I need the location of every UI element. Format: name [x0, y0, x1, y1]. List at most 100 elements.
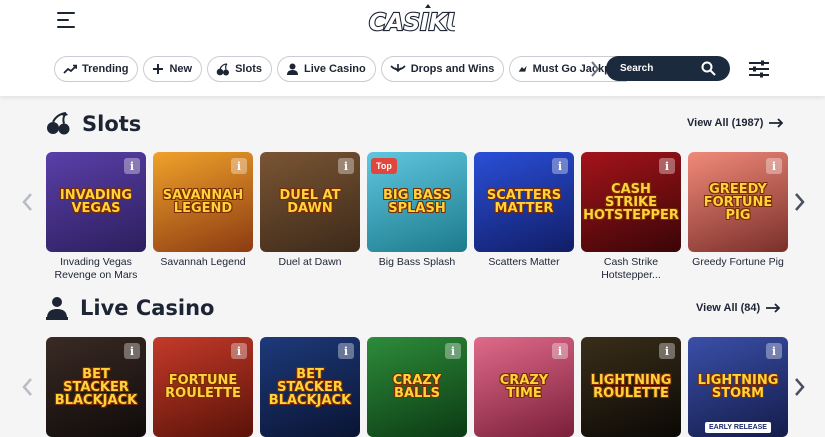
chip-new[interactable]: New: [143, 56, 203, 82]
info-icon[interactable]: i: [231, 158, 247, 174]
dealer-icon: [46, 297, 68, 320]
game-card[interactable]: Greedy Fortune Pig i Greedy Fortune Pig: [688, 152, 788, 282]
view-all-label: View All (1987): [687, 117, 764, 129]
game-thumbnail[interactable]: Crazy Balls i: [367, 337, 467, 437]
live-casino-section-header: Live Casino: [46, 293, 214, 323]
game-card[interactable]: Savannah Legend i Savannah Legend: [153, 152, 253, 282]
chip-label: Drops and Wins: [410, 63, 495, 75]
chip-drops-and-wins[interactable]: Drops and Wins: [380, 56, 505, 82]
info-icon[interactable]: i: [231, 343, 247, 359]
chip-slots[interactable]: Slots: [207, 56, 272, 82]
game-card[interactable]: Invading Vegas i Invading Vegas Revenge on…: [46, 152, 146, 282]
info-icon[interactable]: i: [445, 343, 461, 359]
game-card[interactable]: Big Bass Splash Top Big Bass Splash: [367, 152, 467, 282]
slots-prev-arrow-icon[interactable]: [21, 192, 35, 212]
menu-icon[interactable]: [57, 12, 77, 30]
game-thumbnail[interactable]: Scatters Matter i: [474, 152, 574, 252]
game-logo-art: Scatters Matter: [486, 188, 562, 216]
top-header: CASIKU Trending New Slots Live Casino Dr…: [0, 0, 825, 96]
game-card[interactable]: Lightning Storm i EARLY RELEASE: [688, 337, 788, 437]
game-title[interactable]: Big Bass Splash: [367, 256, 467, 269]
top-badge: Top: [371, 158, 397, 174]
chip-trending[interactable]: Trending: [54, 56, 139, 82]
game-thumbnail[interactable]: Cash Strike Hotstepper i: [581, 152, 681, 252]
game-card[interactable]: Crazy Balls i: [367, 337, 467, 437]
filter-icon[interactable]: [748, 59, 770, 79]
live-prev-arrow-icon[interactable]: [21, 377, 35, 397]
game-card[interactable]: Bet Stacker Blackjack i: [260, 337, 360, 437]
live-casino-view-all-link[interactable]: View All (84): [696, 302, 781, 314]
game-logo-art: Crazy Time: [499, 373, 549, 401]
game-logo-art: Fortune Roulette: [165, 373, 241, 401]
jackpot-icon: [519, 65, 527, 72]
game-logo-art: Invading Vegas: [59, 188, 133, 216]
game-card[interactable]: Scatters Matter i Scatters Matter: [474, 152, 574, 282]
info-icon[interactable]: i: [659, 158, 675, 174]
chip-label: New: [169, 63, 193, 75]
arrow-right-icon: [769, 118, 784, 128]
game-card[interactable]: Crazy Time i: [474, 337, 574, 437]
info-icon[interactable]: i: [338, 343, 354, 359]
logo-text: CASIKU: [369, 10, 455, 36]
search-placeholder: Search: [620, 63, 654, 74]
game-card[interactable]: Bet Stacker Blackjack i: [46, 337, 146, 437]
game-logo-art: Bet Stacker Blackjack: [268, 366, 352, 408]
info-icon[interactable]: i: [552, 343, 568, 359]
game-logo-art: Duel at Dawn: [279, 188, 341, 216]
game-thumbnail[interactable]: Duel at Dawn i: [260, 152, 360, 252]
slots-view-all-link[interactable]: View All (1987): [687, 117, 784, 129]
game-logo-art: Cash Strike Hotstepper: [583, 181, 679, 223]
game-thumbnail[interactable]: Big Bass Splash Top: [367, 152, 467, 252]
dealer-icon: [286, 63, 298, 75]
search-input[interactable]: Search: [606, 56, 730, 81]
game-thumbnail[interactable]: Invading Vegas i: [46, 152, 146, 252]
chip-label: Slots: [235, 63, 262, 75]
chevron-right-icon[interactable]: [589, 60, 601, 78]
arrow-right-icon: [766, 303, 781, 313]
live-next-arrow-icon[interactable]: [792, 377, 806, 397]
game-card[interactable]: Duel at Dawn i Duel at Dawn: [260, 152, 360, 282]
category-chips: Trending New Slots Live Casino Drops and…: [54, 56, 628, 82]
game-thumbnail[interactable]: Savannah Legend i: [153, 152, 253, 252]
game-thumbnail[interactable]: Bet Stacker Blackjack i: [46, 337, 146, 437]
slots-section-header: Slots: [46, 109, 141, 139]
chip-label: Live Casino: [303, 63, 366, 75]
game-logo-art: Bet Stacker Blackjack: [54, 366, 138, 408]
game-thumbnail[interactable]: Lightning Roulette i: [581, 337, 681, 437]
search-icon[interactable]: [701, 61, 716, 76]
cherries-icon: [216, 62, 230, 75]
chip-live-casino[interactable]: Live Casino: [276, 56, 376, 82]
info-icon[interactable]: i: [338, 158, 354, 174]
info-icon[interactable]: i: [552, 158, 568, 174]
game-logo-art: Crazy Balls: [392, 373, 442, 401]
early-release-badge: EARLY RELEASE: [705, 422, 771, 433]
trending-icon: [63, 64, 77, 74]
info-icon[interactable]: i: [659, 343, 675, 359]
view-all-label: View All (84): [696, 302, 761, 314]
game-logo-art: Greedy Fortune Pig: [703, 181, 773, 223]
game-thumbnail[interactable]: Greedy Fortune Pig i: [688, 152, 788, 252]
info-icon[interactable]: i: [766, 158, 782, 174]
game-title[interactable]: Scatters Matter: [474, 256, 574, 269]
game-logo-art: Big Bass Splash: [382, 188, 452, 216]
game-title[interactable]: Invading Vegas Revenge on Mars: [46, 256, 146, 282]
info-icon[interactable]: i: [766, 343, 782, 359]
game-title[interactable]: Greedy Fortune Pig: [688, 256, 788, 269]
slots-next-arrow-icon[interactable]: [792, 192, 806, 212]
game-title[interactable]: Cash Strike Hotstepper...: [581, 256, 681, 282]
game-title[interactable]: Savannah Legend: [153, 256, 253, 269]
game-card[interactable]: Fortune Roulette i: [153, 337, 253, 437]
game-thumbnail[interactable]: Fortune Roulette i: [153, 337, 253, 437]
game-card[interactable]: Lightning Roulette i: [581, 337, 681, 437]
game-thumbnail[interactable]: Bet Stacker Blackjack i: [260, 337, 360, 437]
casiku-logo[interactable]: CASIKU: [367, 4, 466, 40]
game-thumbnail[interactable]: Lightning Storm i EARLY RELEASE: [688, 337, 788, 437]
chip-label: Trending: [82, 63, 129, 75]
game-title[interactable]: Duel at Dawn: [260, 256, 360, 269]
plus-icon: [153, 64, 164, 74]
game-thumbnail[interactable]: Crazy Time i: [474, 337, 574, 437]
info-icon[interactable]: i: [124, 343, 140, 359]
game-card[interactable]: Cash Strike Hotstepper i Cash Strike Hotst…: [581, 152, 681, 282]
info-icon[interactable]: i: [124, 158, 140, 174]
game-logo-art: Lightning Storm: [697, 373, 779, 401]
